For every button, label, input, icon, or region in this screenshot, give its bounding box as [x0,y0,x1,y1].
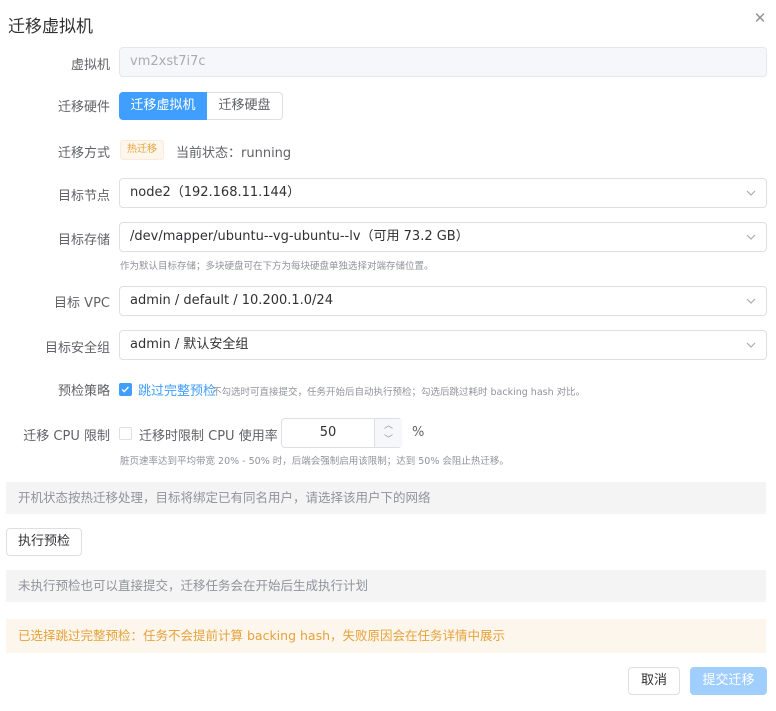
info-network-alert: 开机状态按热迁移处理，目标将绑定已有同名用户，请选择该用户下的网络 [6,482,766,514]
target-vpc-select[interactable]: admin / default / 10.200.1.0/24 [119,286,767,316]
chevron-down-icon [746,342,756,348]
check-icon [121,386,129,393]
migrate-hardware-label: 迁移硬件 [57,100,110,115]
vm-label: 虚拟机 [70,58,110,73]
run-precheck-button[interactable]: 执行预检 [6,528,82,556]
target-sg-select[interactable]: admin / 默认安全组 [119,330,767,360]
cpu-limit-unit: % [412,425,425,440]
target-sg-value: admin / 默认安全组 [130,337,249,352]
precheck-label: 预检策略 [57,384,110,399]
target-storage-label: 目标存储 [57,233,110,248]
cpu-limit-option[interactable]: 迁移时限制 CPU 使用率 [139,425,278,444]
cpu-limit-label: 迁移 CPU 限制 [23,429,110,444]
close-icon[interactable]: ✕ [750,8,770,28]
radio-migrate-vm[interactable]: 迁移虚拟机 [119,92,207,120]
precheck-desc: 不勾选时可直接提交，任务开始后自动执行预检；勾选后跳过耗时 backing ha… [212,387,586,398]
current-status-text: 当前状态：running [176,146,292,161]
target-sg-label: 目标安全组 [44,341,110,356]
migrate-mode-label: 迁移方式 [57,146,110,161]
migrate-vm-dialog: 迁移虚拟机 ✕ 虚拟机 vm2xst7i7c 迁移硬件 迁移虚拟机 迁移硬盘 迁… [0,0,776,711]
increase-arrow-icon[interactable]: ︿ [374,419,402,434]
cpu-limit-value: 50 [319,425,337,440]
skip-precheck-checkbox[interactable] [119,383,132,396]
info-precheck-alert: 未执行预检也可以直接提交，迁移任务会在开始后生成执行计划 [6,570,766,602]
skip-precheck-warning: 已选择跳过完整预检：任务不会提前计算 backing hash，失败原因会在任务… [6,619,766,653]
decrease-arrow-icon[interactable]: ﹀ [374,433,402,447]
submit-migration-button[interactable]: 提交迁移 [690,667,767,695]
hot-migrate-tag: 热迁移 [120,140,164,160]
vm-name-input: vm2xst7i7c [119,47,767,77]
skip-precheck-option[interactable]: 跳过完整预检 [138,380,216,399]
radio-migrate-disk[interactable]: 迁移硬盘 [207,92,283,120]
cpu-limit-hint: 脏页速率达到平均带宽 20% - 50% 时，后端会强制启用该限制；达到 50%… [120,456,509,467]
target-storage-value: /dev/mapper/ubuntu--vg-ubuntu--lv（可用 73.… [130,229,469,244]
dialog-title: 迁移虚拟机 [8,17,93,37]
chevron-down-icon [746,298,756,304]
target-storage-select[interactable]: /dev/mapper/ubuntu--vg-ubuntu--lv（可用 73.… [119,222,767,252]
target-vpc-value: admin / default / 10.200.1.0/24 [130,293,333,308]
target-node-label: 目标节点 [57,189,110,204]
target-storage-hint: 作为默认目标存储；多块硬盘可在下方为每块硬盘单独选择对端存储位置。 [120,261,434,272]
target-node-value: node2（192.168.11.144） [130,185,301,200]
cpu-limit-checkbox[interactable] [119,427,132,440]
cpu-limit-stepper[interactable]: 50 ︿ ﹀ [281,418,402,448]
chevron-down-icon [746,190,756,196]
target-vpc-label: 目标 VPC [54,296,110,311]
cancel-button[interactable]: 取消 [628,667,680,695]
target-node-select[interactable]: node2（192.168.11.144） [119,178,767,208]
chevron-down-icon [746,234,756,240]
